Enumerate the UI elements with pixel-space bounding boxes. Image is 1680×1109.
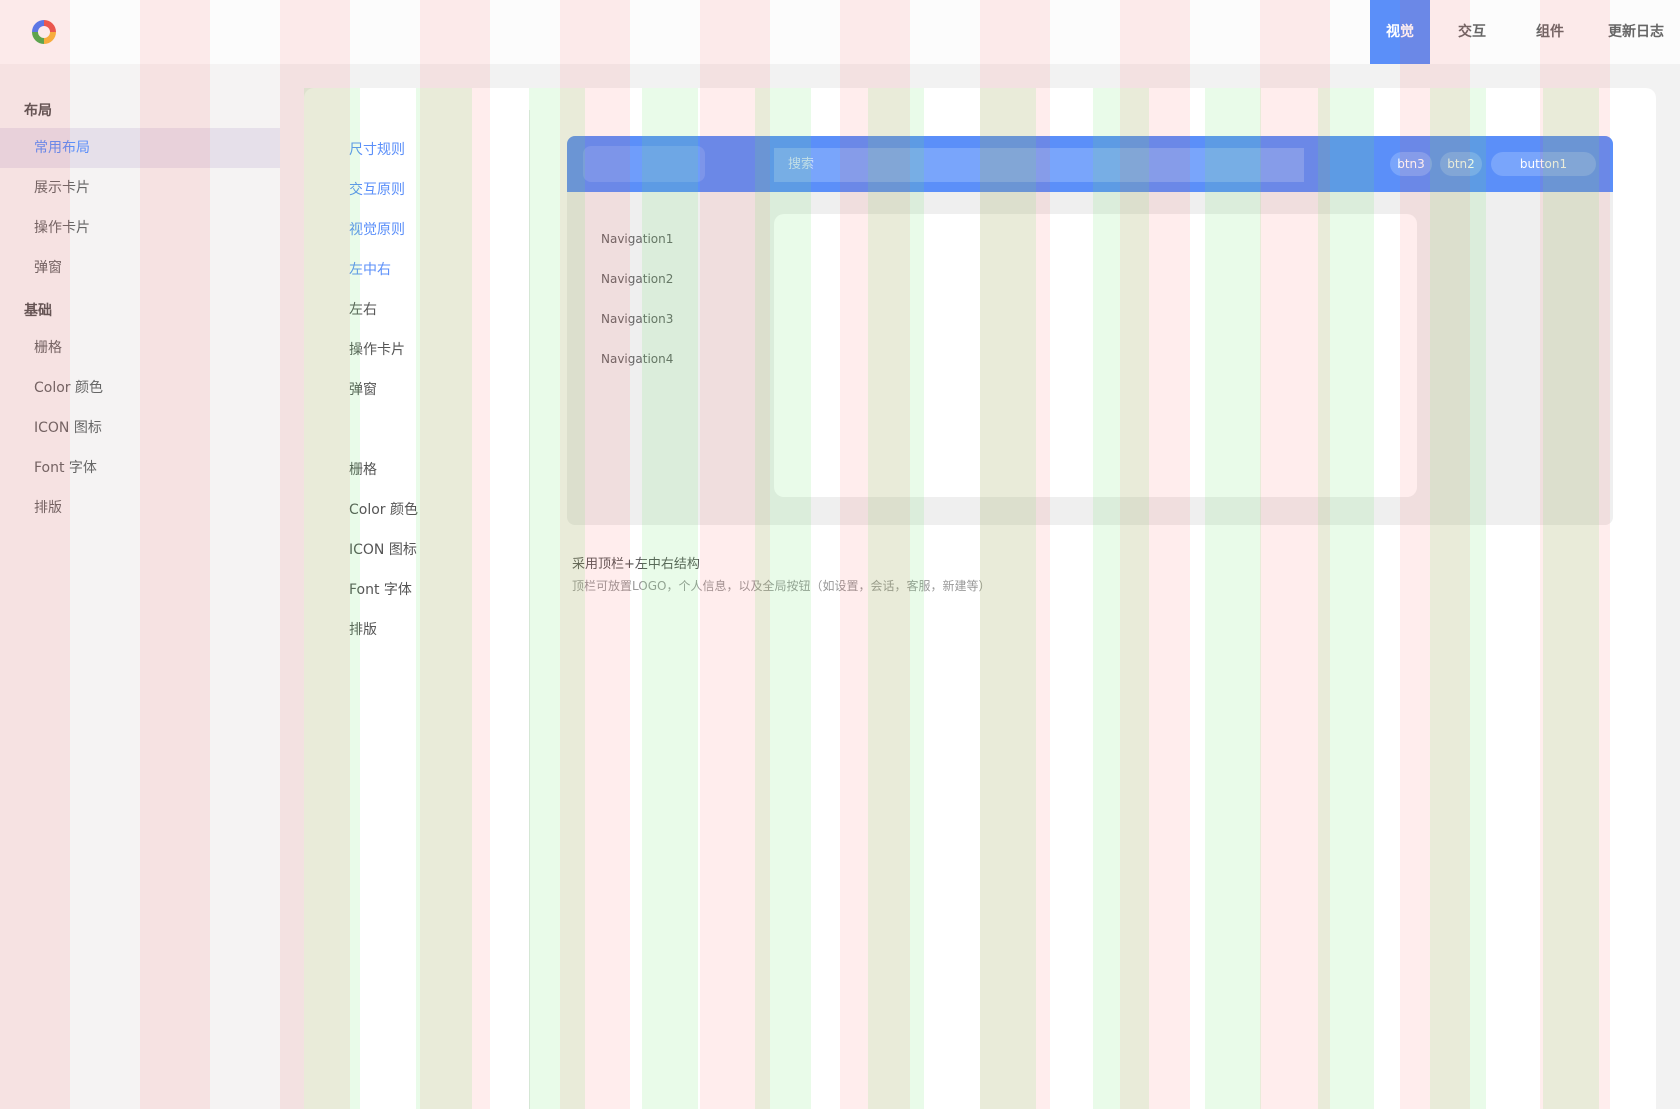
- preview-nav-item-4[interactable]: Navigation4: [601, 352, 673, 366]
- nav-tab-components[interactable]: 组件: [1514, 0, 1586, 64]
- sidebar-group-basics: 基础: [24, 303, 52, 319]
- sidebar-item-display-card[interactable]: 展示卡片: [0, 168, 280, 208]
- preview-nav-item-3[interactable]: Navigation3: [601, 312, 673, 326]
- nav-tab-interaction[interactable]: 交互: [1430, 0, 1514, 64]
- preview-btn3[interactable]: btn3: [1390, 152, 1432, 176]
- toc-item-visual-principles[interactable]: 视觉原则: [349, 219, 405, 239]
- toc-item-font[interactable]: Font 字体: [349, 579, 412, 599]
- toc-item-icon[interactable]: ICON 图标: [349, 539, 417, 559]
- sidebar-item-modal[interactable]: 弹窗: [0, 248, 280, 288]
- preview-nav-item-1[interactable]: Navigation1: [601, 232, 673, 246]
- description-title: 采用顶栏+左中右结构: [572, 557, 700, 572]
- preview-nav-item-2[interactable]: Navigation2: [601, 272, 673, 286]
- sidebar-item-font[interactable]: Font 字体: [0, 448, 280, 488]
- description-subtitle: 顶栏可放置LOGO，个人信息，以及全局按钮（如设置，会话，客服，新建等）: [572, 579, 991, 593]
- toc-item-action-card[interactable]: 操作卡片: [349, 339, 405, 359]
- toc-item-left-center-right[interactable]: 左中右: [349, 259, 391, 279]
- top-bar: 视觉 交互 组件 更新日志: [0, 0, 1680, 64]
- preview-search-input[interactable]: 搜索: [774, 148, 1304, 182]
- preview-topbar: 搜索 btn3 btn2 button1: [567, 136, 1613, 192]
- toc-divider: [529, 110, 530, 1109]
- sidebar: 布局 常用布局 展示卡片 操作卡片 弹窗 基础 栅格 Color 颜色 ICON…: [0, 64, 280, 1109]
- sidebar-item-common-layout[interactable]: 常用布局: [0, 128, 280, 168]
- toc-item-modal[interactable]: 弹窗: [349, 379, 377, 399]
- toc-item-grid[interactable]: 栅格: [349, 459, 377, 479]
- toc-item-typesetting[interactable]: 排版: [349, 619, 377, 639]
- nav-tab-changelog[interactable]: 更新日志: [1586, 0, 1680, 64]
- toc-item-size-rules[interactable]: 尺寸规则: [349, 139, 405, 159]
- preview-button1[interactable]: button1: [1491, 152, 1596, 176]
- layout-preview: 搜索 btn3 btn2 button1 Navigation1 Navigat…: [567, 136, 1613, 525]
- preview-main-area: [774, 214, 1417, 497]
- sidebar-item-color[interactable]: Color 颜色: [0, 368, 280, 408]
- toc-item-color[interactable]: Color 颜色: [349, 499, 418, 519]
- toc-item-left-right[interactable]: 左右: [349, 299, 377, 319]
- top-nav: 视觉 交互 组件 更新日志: [1370, 0, 1680, 64]
- toc-item-interaction-principles[interactable]: 交互原则: [349, 179, 405, 199]
- sidebar-item-action-card[interactable]: 操作卡片: [0, 208, 280, 248]
- preview-btn2[interactable]: btn2: [1440, 152, 1482, 176]
- sidebar-item-grid[interactable]: 栅格: [0, 328, 280, 368]
- sidebar-item-typesetting[interactable]: 排版: [0, 488, 280, 528]
- sidebar-item-icon[interactable]: ICON 图标: [0, 408, 280, 448]
- sidebar-group-layout: 布局: [24, 103, 52, 119]
- nav-tab-visual[interactable]: 视觉: [1370, 0, 1430, 64]
- logo-icon[interactable]: [30, 18, 58, 46]
- preview-logo-placeholder: [583, 146, 705, 182]
